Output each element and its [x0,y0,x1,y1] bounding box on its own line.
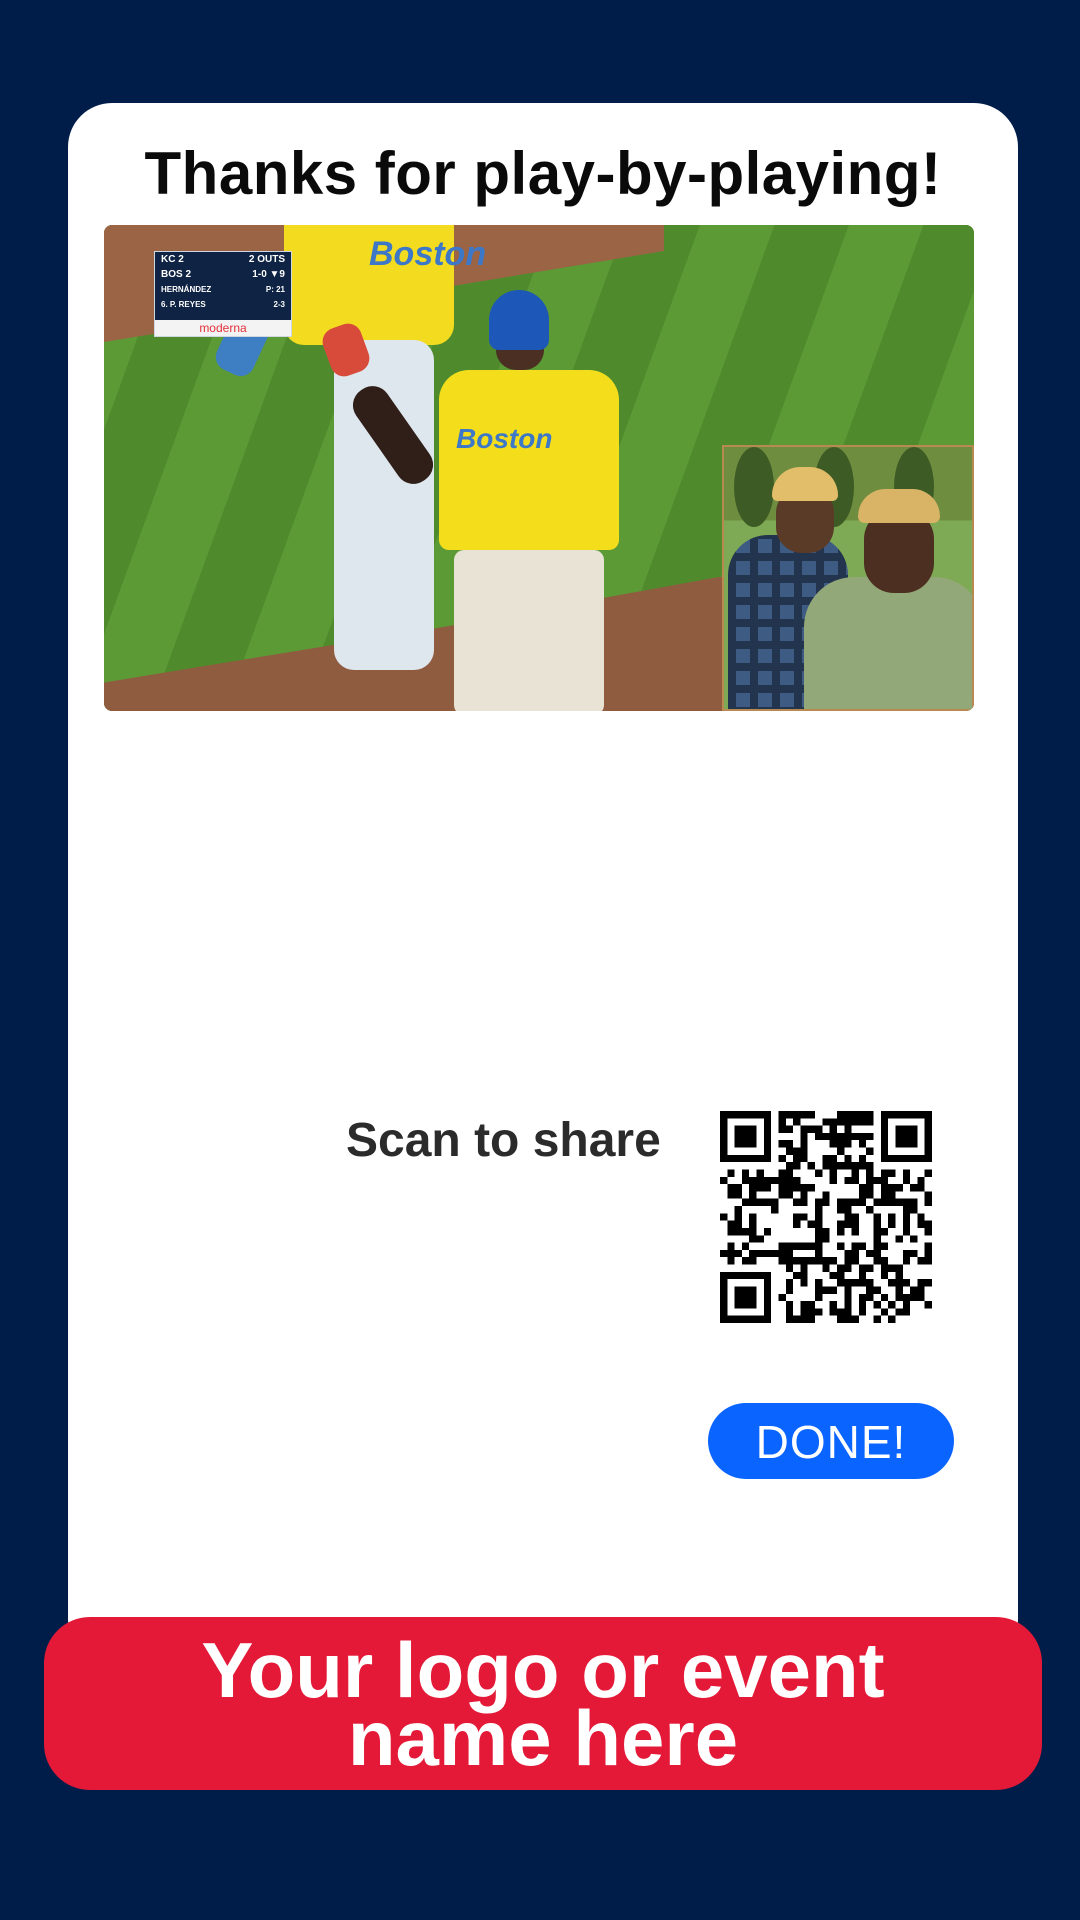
done-button[interactable]: DONE! [708,1403,954,1479]
scan-to-share-label: Scan to share [346,1114,661,1167]
runner-pants [454,550,604,711]
score-right: 2 OUTS [248,254,285,265]
man-shirt [804,577,972,709]
score-row: KC 2 2 OUTS [155,252,291,267]
banner-text: Your logo or event name here [201,1625,885,1782]
score-left: 6. P. REYES [161,300,206,309]
score-right: 2-3 [273,300,285,309]
qr-code-icon[interactable] [720,1111,932,1323]
result-card: Thanks for play-by-playing! Boston Bosto… [68,103,1018,1663]
runner-helmet [489,290,549,350]
tree [734,447,774,527]
score-row: HERNÁNDEZ P: 21 [155,282,291,297]
scoreboard: KC 2 2 OUTS BOS 2 1-0 ▼9 HERNÁNDEZ P: 21… [154,251,292,337]
score-left: HERNÁNDEZ [161,285,212,294]
man-cap [858,489,940,523]
selfie-inset [722,445,974,711]
event-logo-banner: Your logo or event name here [44,1617,1042,1790]
score-left: BOS 2 [161,269,192,280]
scoreboard-sponsor: moderna [155,320,291,336]
page-title: Thanks for play-by-playing! [144,140,942,207]
score-right: 1-0 ▼9 [252,269,285,280]
score-row: BOS 2 1-0 ▼9 [155,267,291,282]
score-left: KC 2 [161,254,184,265]
runner-jersey [439,370,619,550]
jersey-text: Boston [369,235,487,273]
score-row: 6. P. REYES 2-3 [155,297,291,312]
video-frame: Boston Boston KC 2 2 OUTS BOS 2 1-0 ▼9 H… [104,225,974,711]
runner-jersey-text: Boston [456,423,553,454]
score-right: P: 21 [265,285,285,294]
